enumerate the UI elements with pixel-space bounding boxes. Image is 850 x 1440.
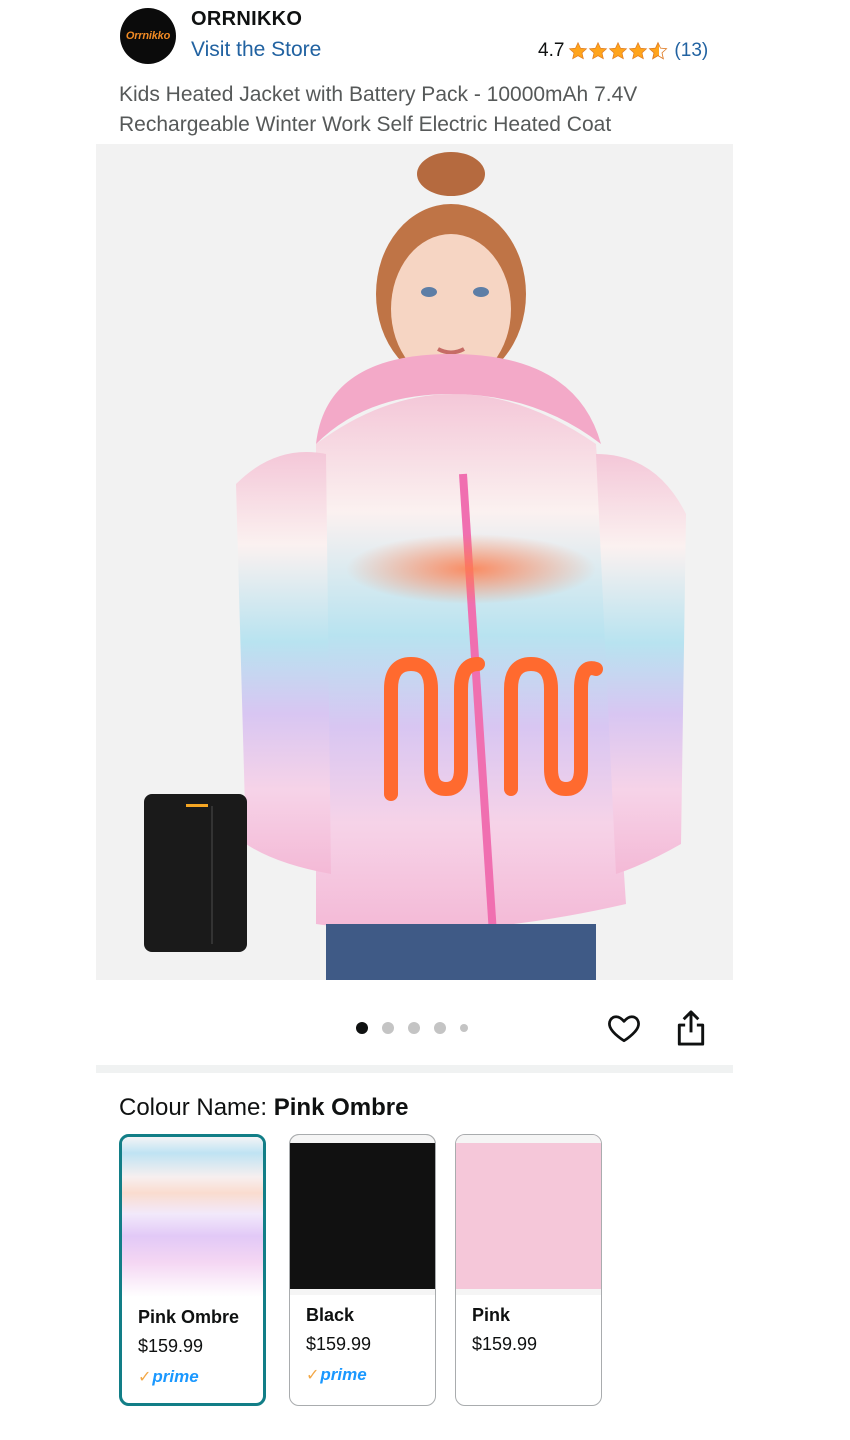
swatch-price: $159.99 bbox=[306, 1334, 372, 1354]
carousel-indicator bbox=[356, 1022, 468, 1034]
star-icon bbox=[629, 41, 648, 60]
product-image[interactable] bbox=[96, 144, 733, 980]
star-icon bbox=[589, 41, 608, 60]
swatch-image bbox=[290, 1135, 435, 1295]
prime-label: prime bbox=[152, 1367, 199, 1386]
brand-logo-text: Orrnikko bbox=[125, 30, 171, 42]
carousel-dot[interactable] bbox=[356, 1022, 368, 1034]
swatch-price: $159.99 bbox=[138, 1336, 204, 1356]
prime-check-icon: ✓ bbox=[306, 1367, 320, 1384]
product-title: Kids Heated Jacket with Battery Pack - 1… bbox=[119, 83, 638, 136]
half-star-icon bbox=[648, 41, 668, 60]
colour-swatch-pink[interactable]: Pink $159.99 bbox=[455, 1134, 602, 1406]
prime-badge: ✓ prime bbox=[306, 1365, 435, 1385]
colour-swatch-black[interactable]: Black $159.99 ✓ prime bbox=[289, 1134, 436, 1406]
brand-logo[interactable]: Orrnikko bbox=[120, 8, 176, 64]
swatch-image bbox=[456, 1135, 601, 1295]
colour-swatch-pink-ombre[interactable]: Pink Ombre $159.99 ✓ prime bbox=[119, 1134, 266, 1406]
carousel-dot[interactable] bbox=[434, 1022, 446, 1034]
heart-icon[interactable] bbox=[606, 1010, 642, 1046]
swatch-name: Black bbox=[306, 1305, 355, 1325]
rating-stars bbox=[568, 41, 668, 61]
selected-colour-value: Pink Ombre bbox=[273, 1094, 409, 1121]
prime-label: prime bbox=[320, 1365, 367, 1384]
colour-label-text: Colour Name: bbox=[119, 1094, 268, 1121]
swatch-name: Pink bbox=[472, 1305, 511, 1325]
carousel-dot[interactable] bbox=[408, 1022, 420, 1034]
swatch-image bbox=[122, 1137, 263, 1297]
star-icon bbox=[569, 41, 588, 60]
prime-check-icon: ✓ bbox=[138, 1369, 152, 1386]
swatch-name: Pink Ombre bbox=[138, 1307, 240, 1327]
star-icon bbox=[609, 41, 628, 60]
share-icon[interactable] bbox=[673, 1009, 709, 1047]
rating-score: 4.7 bbox=[538, 40, 565, 61]
rating-summary[interactable]: 4.7 (13) bbox=[538, 40, 708, 62]
visit-store-link[interactable]: Visit the Store bbox=[191, 38, 321, 62]
carousel-dot[interactable] bbox=[460, 1024, 468, 1032]
brand-name: ORRNIKKO bbox=[191, 8, 303, 30]
prime-badge: ✓ prime bbox=[138, 1367, 263, 1387]
rating-count: (13) bbox=[674, 40, 709, 61]
colour-name-label: Colour Name: Pink Ombre bbox=[119, 1094, 408, 1122]
kid-jacket-illustration bbox=[96, 144, 733, 980]
carousel-dot[interactable] bbox=[382, 1022, 394, 1034]
swatch-price: $159.99 bbox=[472, 1334, 538, 1354]
section-divider bbox=[96, 1065, 733, 1073]
